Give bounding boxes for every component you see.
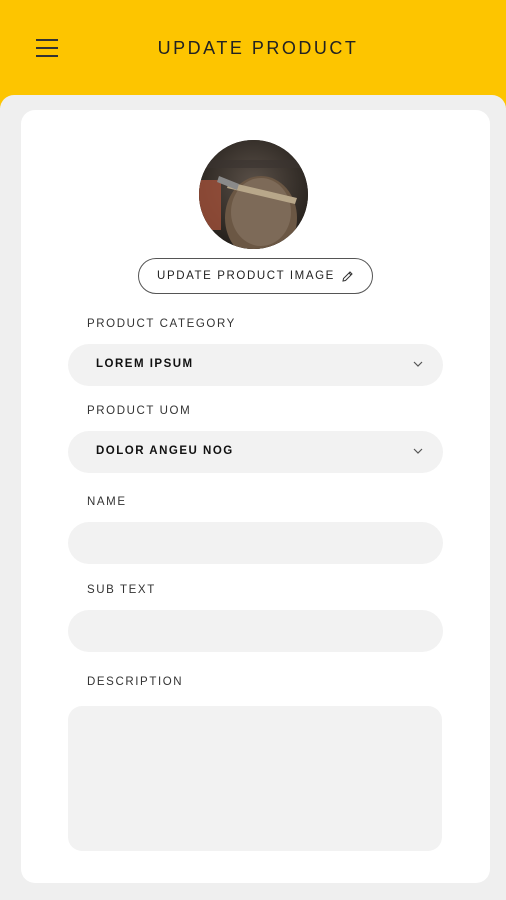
update-image-label: UPDATE PRODUCT IMAGE [157, 270, 335, 282]
name-field[interactable] [68, 522, 443, 564]
name-label: NAME [87, 496, 127, 508]
chevron-down-icon [413, 448, 423, 454]
page-title: UPDATE PRODUCT [157, 38, 359, 58]
product-image [199, 140, 308, 249]
app-header: UPDATE PRODUCT [0, 0, 506, 108]
category-value: LOREM IPSUM [96, 358, 194, 370]
description-label: DESCRIPTION [87, 676, 184, 688]
chevron-down-icon [413, 361, 423, 367]
uom-label: PRODUCT UOM [87, 405, 192, 417]
pencil-icon [342, 270, 353, 282]
uom-select[interactable]: DOLOR ANGEU NOG [68, 431, 443, 473]
category-select[interactable]: LOREM IPSUM [68, 344, 443, 386]
update-product-image-button[interactable]: UPDATE PRODUCT IMAGE [138, 258, 373, 294]
description-field[interactable] [68, 706, 442, 851]
category-label: PRODUCT CATEGORY [87, 318, 236, 330]
uom-value: DOLOR ANGEU NOG [96, 445, 234, 457]
sub-text-label: SUB TEXT [87, 584, 156, 596]
sub-text-field[interactable] [68, 610, 443, 652]
